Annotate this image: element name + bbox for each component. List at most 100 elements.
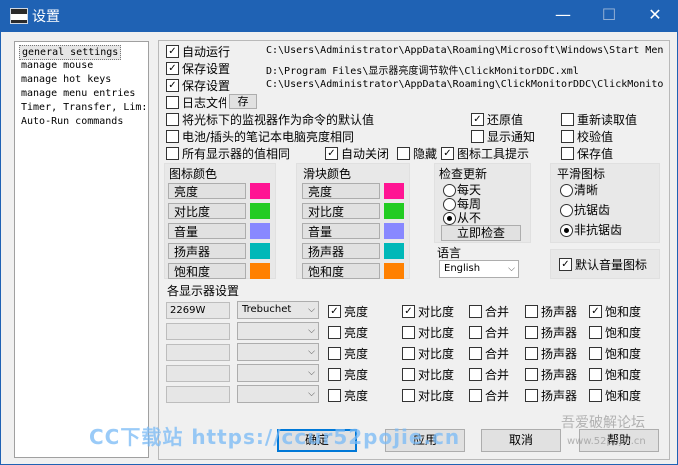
monitor-saturation-checkbox[interactable]: [589, 347, 602, 360]
monitor-speaker-checkbox[interactable]: [525, 326, 538, 339]
monitor-name-field[interactable]: [166, 365, 230, 382]
icon-color-volume-swatch[interactable]: [250, 223, 270, 239]
nav-item-general-settings[interactable]: general settings: [19, 45, 122, 60]
settings-category-list[interactable]: general settings manage mouse manage hot…: [14, 41, 149, 458]
icon-colors-title: 图标颜色: [169, 167, 218, 181]
save-settings-checkbox-2[interactable]: ✓: [166, 79, 179, 92]
update-never-radio[interactable]: [443, 212, 456, 225]
monitor-saturation-checkbox[interactable]: [589, 389, 602, 402]
monitor-speaker-checkbox[interactable]: [525, 389, 538, 402]
smooth-icons-group: 平滑图标 清晰 抗锯齿 非抗锯齿: [550, 163, 660, 243]
verify-values-checkbox[interactable]: [561, 130, 574, 143]
monitor-merge-checkbox[interactable]: [469, 389, 482, 402]
nav-item-manage-mouse[interactable]: manage mouse: [19, 59, 95, 72]
maximize-button[interactable]: ☐: [586, 0, 632, 32]
icon-color-contrast-swatch[interactable]: [250, 203, 270, 219]
restore-values-checkbox[interactable]: ✓: [471, 113, 484, 126]
slider-color-brightness-swatch[interactable]: [384, 183, 404, 199]
slider-color-saturation-button[interactable]: 饱和度: [302, 263, 380, 279]
autorun-checkbox[interactable]: ✓: [166, 45, 179, 58]
monitor-saturation-checkbox[interactable]: [589, 368, 602, 381]
monitor-name-field[interactable]: [166, 386, 230, 403]
monitor-font-select[interactable]: ⌵: [237, 385, 319, 403]
monitor-name-field[interactable]: [166, 344, 230, 361]
monitor-speaker-checkbox[interactable]: [525, 305, 538, 318]
icon-color-saturation-button[interactable]: 饱和度: [168, 263, 246, 279]
icon-color-brightness-swatch[interactable]: [250, 183, 270, 199]
monitor-speaker-checkbox[interactable]: [525, 347, 538, 360]
monitor-contrast-checkbox[interactable]: [402, 326, 415, 339]
auto-close-checkbox[interactable]: ✓: [325, 147, 338, 160]
close-button[interactable]: ✕: [632, 0, 678, 32]
log-file-checkbox[interactable]: [166, 96, 179, 109]
slider-color-contrast-button[interactable]: 对比度: [302, 203, 380, 219]
icon-color-brightness-button[interactable]: 亮度: [168, 183, 246, 199]
nav-item-timer-transfer[interactable]: Timer, Transfer, Lim:: [19, 101, 148, 114]
save-settings-checkbox-1[interactable]: ✓: [166, 62, 179, 75]
settings-dialog: general settings manage mouse manage hot…: [1, 32, 677, 464]
monitor-brightness-checkbox[interactable]: ✓: [328, 305, 341, 318]
cancel-button[interactable]: 取消: [481, 429, 561, 452]
same-value-all-monitors-checkbox[interactable]: [166, 147, 179, 160]
smooth-sharp-radio[interactable]: [560, 184, 573, 197]
slider-color-volume-swatch[interactable]: [384, 223, 404, 239]
monitor-contrast-checkbox[interactable]: [402, 389, 415, 402]
monitor-merge-label: 合并: [485, 347, 510, 361]
save-values-checkbox[interactable]: [561, 147, 574, 160]
watermark-right-title: 吾爱破解论坛: [561, 415, 645, 431]
slider-color-contrast-swatch[interactable]: [384, 203, 404, 219]
monitor-merge-checkbox[interactable]: [469, 326, 482, 339]
icon-color-volume-button[interactable]: 音量: [168, 223, 246, 239]
icon-color-contrast-button[interactable]: 对比度: [168, 203, 246, 219]
monitor-brightness-checkbox[interactable]: [328, 347, 341, 360]
nav-item-auto-run-commands[interactable]: Auto-Run commands: [19, 115, 125, 128]
hide-checkbox[interactable]: [397, 147, 410, 160]
monitor-font-select[interactable]: ⌵: [237, 364, 319, 382]
log-save-button[interactable]: 存: [229, 94, 257, 109]
icon-color-saturation-swatch[interactable]: [250, 263, 270, 279]
monitor-merge-checkbox[interactable]: [469, 347, 482, 360]
minimize-button[interactable]: —: [540, 0, 586, 32]
smooth-antialias-radio[interactable]: [560, 204, 573, 217]
update-daily-radio[interactable]: [443, 184, 456, 197]
monitor-contrast-label: 对比度: [418, 368, 455, 382]
nav-item-manage-menu-entries[interactable]: manage menu entries: [19, 87, 137, 100]
monitor-saturation-checkbox[interactable]: [589, 326, 602, 339]
monitor-saturation-checkbox[interactable]: ✓: [589, 305, 602, 318]
monitor-contrast-checkbox[interactable]: [402, 368, 415, 381]
icon-tooltip-checkbox[interactable]: ✓: [441, 147, 454, 160]
monitor-name-field[interactable]: [166, 323, 230, 340]
icon-color-speaker-button[interactable]: 扬声器: [168, 243, 246, 259]
show-notification-checkbox[interactable]: [471, 130, 484, 143]
reread-values-checkbox[interactable]: [561, 113, 574, 126]
monitor-font-select[interactable]: Trebuchet ⌵: [237, 301, 319, 319]
monitor-contrast-checkbox[interactable]: [402, 347, 415, 360]
monitor-brightness-label: 亮度: [344, 347, 369, 361]
language-select[interactable]: English ⌵: [439, 260, 519, 278]
slider-color-saturation-swatch[interactable]: [384, 263, 404, 279]
check-now-button[interactable]: 立即检查: [441, 225, 521, 241]
slider-color-speaker-swatch[interactable]: [384, 243, 404, 259]
cursor-monitor-default-checkbox[interactable]: [166, 113, 179, 126]
smooth-non-antialias-radio[interactable]: [560, 224, 573, 237]
laptop-same-brightness-checkbox[interactable]: [166, 130, 179, 143]
monitor-merge-checkbox[interactable]: [469, 305, 482, 318]
monitor-name-field[interactable]: 2269W: [166, 302, 230, 319]
slider-color-volume-button[interactable]: 音量: [302, 223, 380, 239]
slider-color-brightness-button[interactable]: 亮度: [302, 183, 380, 199]
monitor-contrast-checkbox[interactable]: ✓: [402, 305, 415, 318]
slider-colors-title: 滑块颜色: [303, 167, 352, 181]
monitor-merge-checkbox[interactable]: [469, 368, 482, 381]
monitor-brightness-checkbox[interactable]: [328, 389, 341, 402]
monitor-brightness-checkbox[interactable]: [328, 368, 341, 381]
nav-item-manage-hot-keys[interactable]: manage hot keys: [19, 73, 113, 86]
default-volume-icon-checkbox[interactable]: ✓: [559, 258, 572, 271]
icon-color-speaker-swatch[interactable]: [250, 243, 270, 259]
monitor-font-select[interactable]: ⌵: [237, 343, 319, 361]
monitor-brightness-checkbox[interactable]: [328, 326, 341, 339]
monitor-font-select[interactable]: ⌵: [237, 322, 319, 340]
update-weekly-radio[interactable]: [443, 198, 456, 211]
slider-color-speaker-button[interactable]: 扬声器: [302, 243, 380, 259]
monitor-speaker-checkbox[interactable]: [525, 368, 538, 381]
laptop-same-brightness-label: 电池/插头的笔记本电脑亮度相同: [182, 130, 355, 144]
